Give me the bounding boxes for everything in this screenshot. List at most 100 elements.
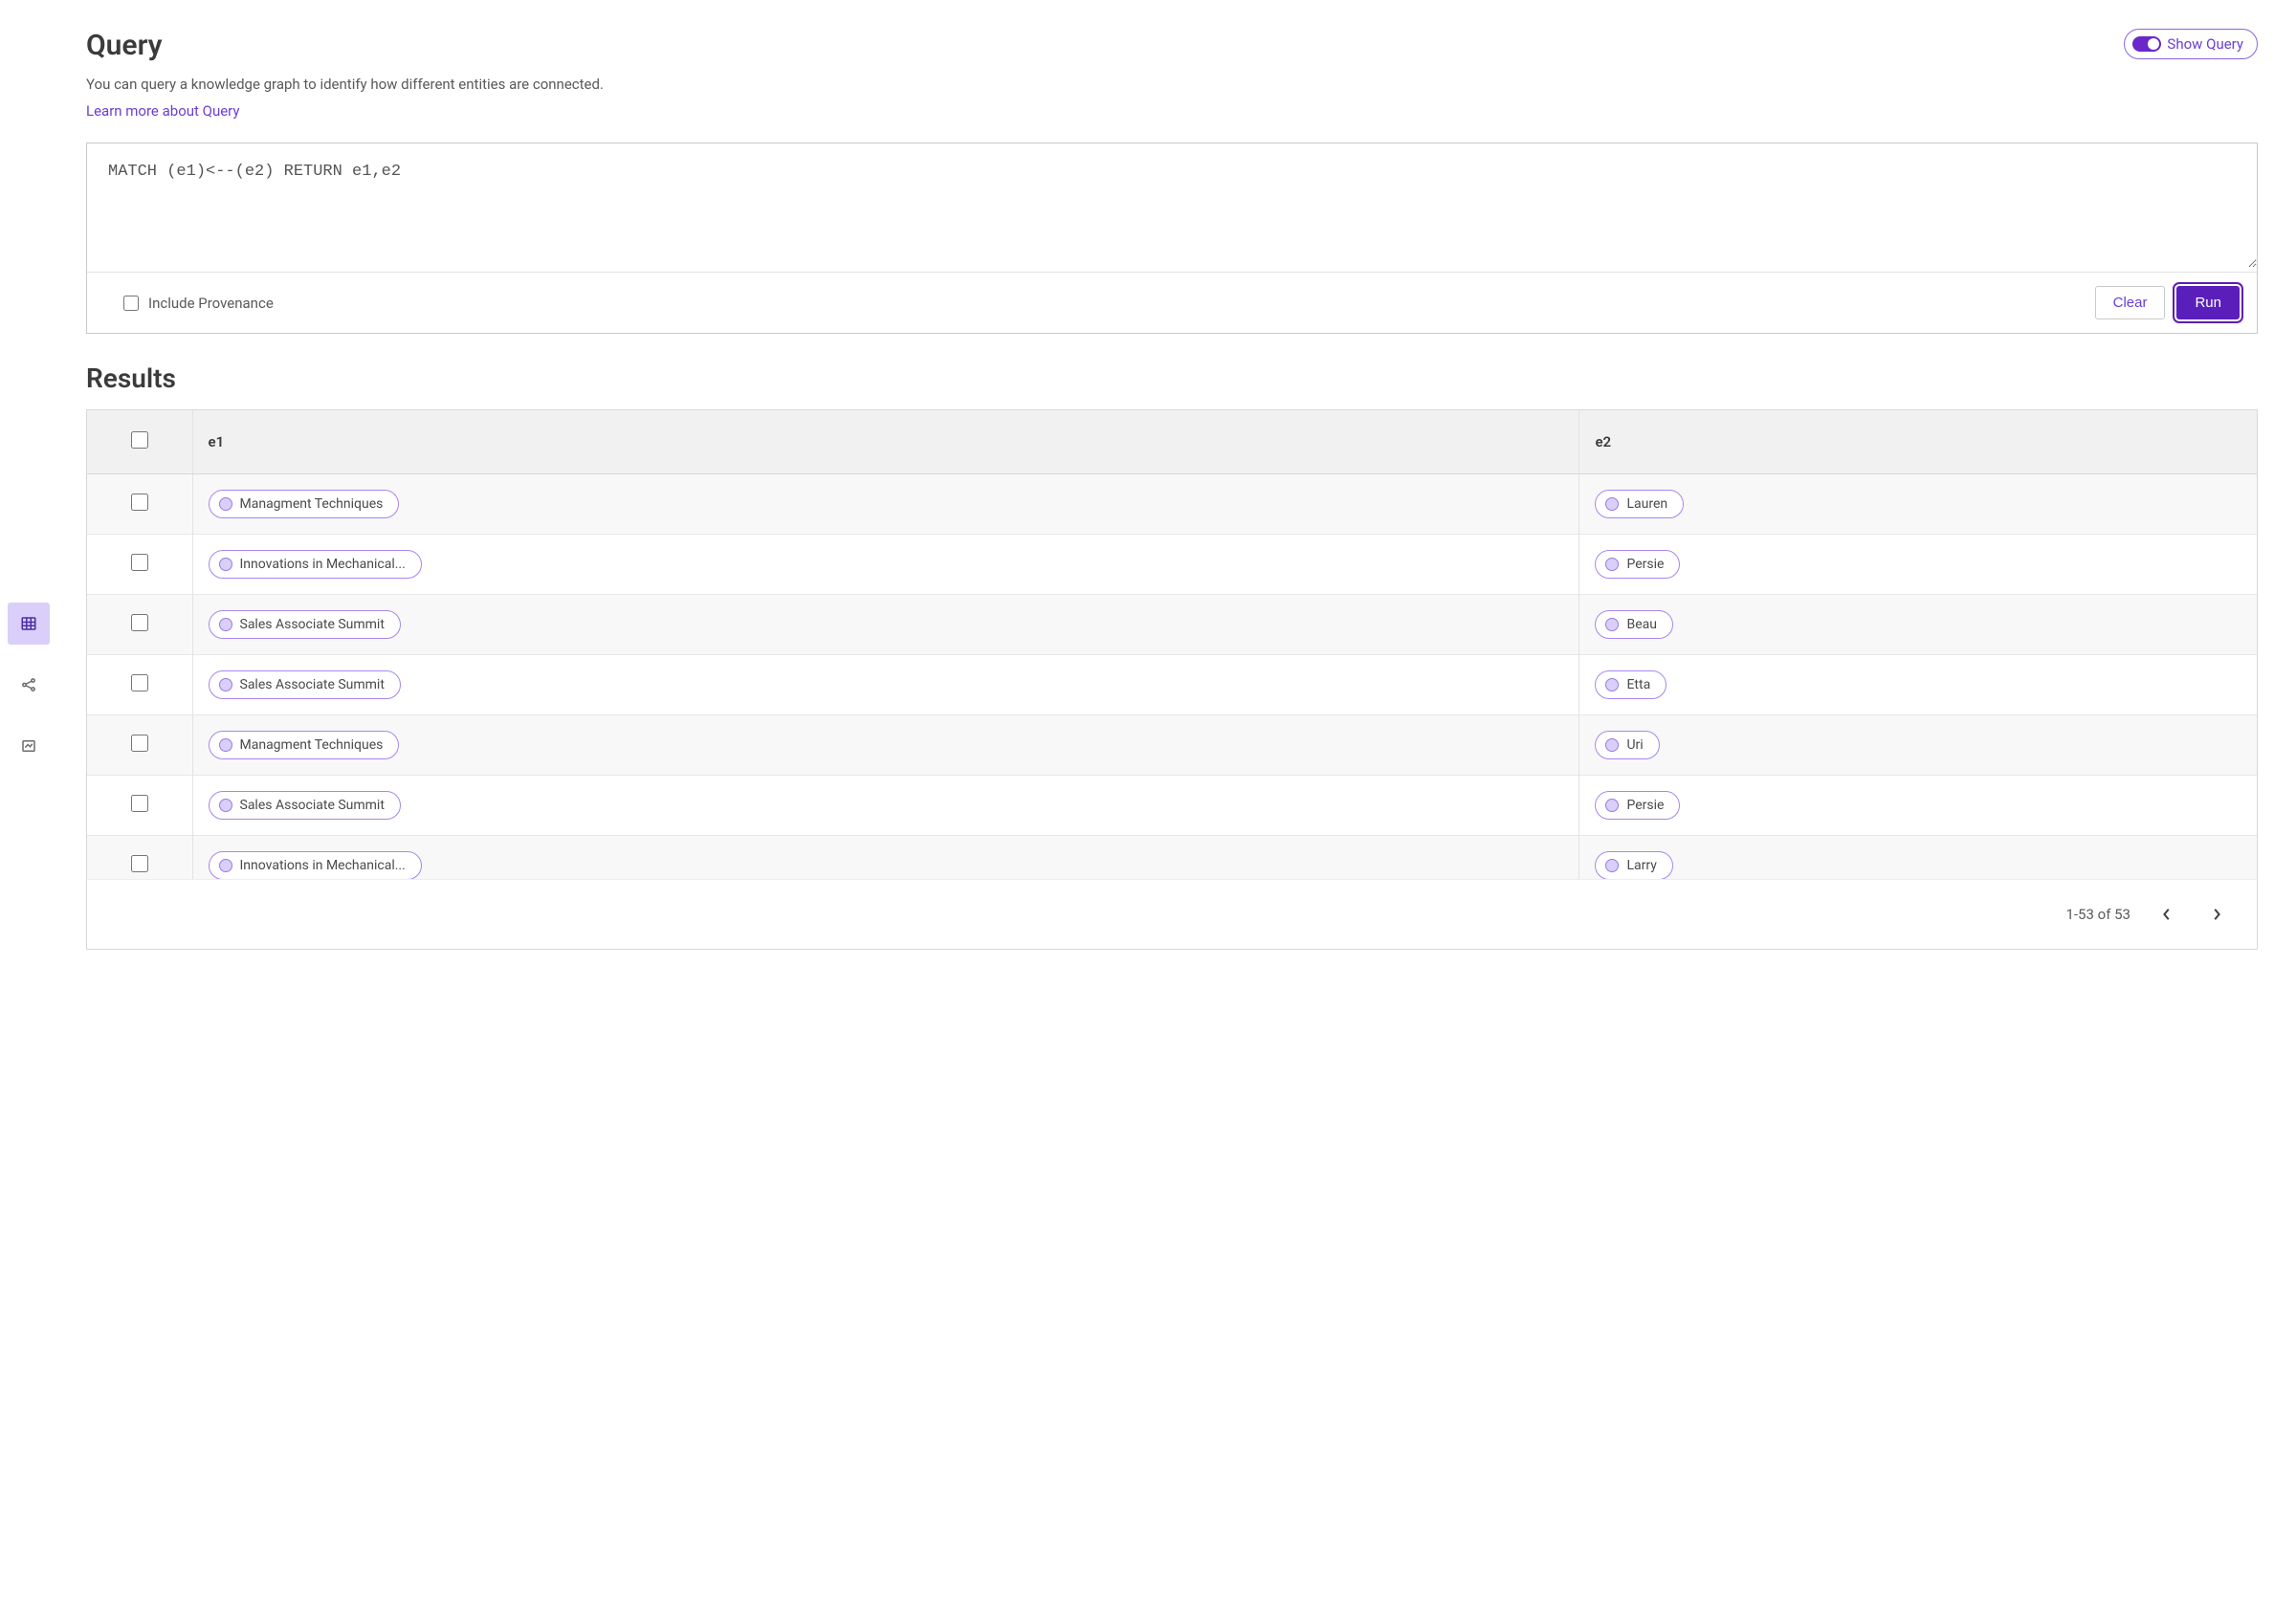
row-select-cell bbox=[87, 836, 192, 880]
entity-pill[interactable]: Larry bbox=[1595, 851, 1672, 879]
table-row: Innovations in Mechanical... Larry bbox=[87, 836, 2257, 880]
entity-dot-icon bbox=[219, 678, 232, 691]
entity-dot-icon bbox=[1605, 859, 1619, 872]
query-box: Include Provenance Clear Run bbox=[86, 143, 2258, 334]
column-header-e1[interactable]: e1 bbox=[192, 410, 1579, 474]
table-row: Sales Associate Summit Beau bbox=[87, 595, 2257, 655]
table-row: Managment Techniques Uri bbox=[87, 715, 2257, 776]
cell-e2: Persie bbox=[1579, 776, 2257, 836]
select-all-header bbox=[87, 410, 192, 474]
view-rail bbox=[0, 0, 57, 978]
entity-dot-icon bbox=[219, 799, 232, 812]
row-select-checkbox[interactable] bbox=[131, 614, 148, 631]
cell-e1: Sales Associate Summit bbox=[192, 776, 1579, 836]
entity-pill[interactable]: Innovations in Mechanical... bbox=[209, 851, 422, 879]
view-table-button[interactable] bbox=[8, 603, 50, 645]
entity-label: Persie bbox=[1626, 798, 1664, 813]
provenance-checkbox-input[interactable] bbox=[123, 296, 139, 311]
entity-dot-icon bbox=[1605, 738, 1619, 752]
entity-pill[interactable]: Managment Techniques bbox=[209, 490, 400, 518]
entity-label: Uri bbox=[1626, 737, 1643, 753]
entity-dot-icon bbox=[219, 738, 232, 752]
row-select-cell bbox=[87, 474, 192, 535]
entity-pill[interactable]: Etta bbox=[1595, 670, 1667, 699]
entity-dot-icon bbox=[1605, 558, 1619, 571]
cell-e1: Innovations in Mechanical... bbox=[192, 535, 1579, 595]
entity-dot-icon bbox=[219, 497, 232, 511]
row-select-checkbox[interactable] bbox=[131, 494, 148, 511]
results-scroll[interactable]: e1 e2 Managment Techniques Lauren Innovati… bbox=[87, 410, 2257, 879]
provenance-label: Include Provenance bbox=[148, 295, 274, 312]
entity-dot-icon bbox=[1605, 678, 1619, 691]
query-actions: Include Provenance Clear Run bbox=[87, 272, 2257, 333]
entity-dot-icon bbox=[1605, 799, 1619, 812]
entity-label: Sales Associate Summit bbox=[240, 617, 385, 632]
chevron-right-icon bbox=[2212, 908, 2221, 921]
entity-pill[interactable]: Sales Associate Summit bbox=[209, 791, 401, 820]
entity-pill[interactable]: Persie bbox=[1595, 550, 1680, 579]
row-select-checkbox[interactable] bbox=[131, 795, 148, 812]
include-provenance-checkbox[interactable]: Include Provenance bbox=[123, 295, 274, 312]
results-title: Results bbox=[86, 362, 2258, 394]
entity-label: Beau bbox=[1626, 617, 1656, 632]
results-table: e1 e2 Managment Techniques Lauren Innovati… bbox=[87, 410, 2257, 879]
run-button[interactable]: Run bbox=[2176, 286, 2240, 319]
entity-label: Larry bbox=[1626, 858, 1656, 873]
toggle-switch-icon bbox=[2132, 36, 2161, 52]
entity-dot-icon bbox=[1605, 618, 1619, 631]
entity-label: Innovations in Mechanical... bbox=[240, 858, 406, 873]
entity-dot-icon bbox=[219, 558, 232, 571]
table-row: Sales Associate Summit Persie bbox=[87, 776, 2257, 836]
row-select-cell bbox=[87, 595, 192, 655]
entity-pill[interactable]: Persie bbox=[1595, 791, 1680, 820]
cell-e2: Lauren bbox=[1579, 474, 2257, 535]
entity-pill[interactable]: Sales Associate Summit bbox=[209, 670, 401, 699]
cell-e2: Etta bbox=[1579, 655, 2257, 715]
cell-e1: Sales Associate Summit bbox=[192, 655, 1579, 715]
entity-pill[interactable]: Lauren bbox=[1595, 490, 1684, 518]
pager-prev-button[interactable] bbox=[2153, 901, 2180, 928]
clear-button[interactable]: Clear bbox=[2095, 286, 2166, 319]
cell-e2: Larry bbox=[1579, 836, 2257, 880]
table-row: Innovations in Mechanical... Persie bbox=[87, 535, 2257, 595]
entity-pill[interactable]: Uri bbox=[1595, 731, 1659, 759]
query-title: Query bbox=[86, 29, 604, 62]
learn-more-link[interactable]: Learn more about Query bbox=[86, 102, 240, 120]
graph-icon bbox=[20, 676, 37, 693]
entity-dot-icon bbox=[219, 618, 232, 631]
entity-label: Sales Associate Summit bbox=[240, 677, 385, 692]
column-header-e2[interactable]: e2 bbox=[1579, 410, 2257, 474]
query-input[interactable] bbox=[87, 143, 2257, 268]
row-select-checkbox[interactable] bbox=[131, 855, 148, 872]
entity-label: Persie bbox=[1626, 557, 1664, 572]
card-icon bbox=[20, 737, 37, 755]
cell-e2: Beau bbox=[1579, 595, 2257, 655]
cell-e1: Innovations in Mechanical... bbox=[192, 836, 1579, 880]
row-select-cell bbox=[87, 715, 192, 776]
entity-label: Managment Techniques bbox=[240, 496, 384, 512]
view-card-button[interactable] bbox=[8, 725, 50, 767]
pager-next-button[interactable] bbox=[2203, 901, 2230, 928]
show-query-toggle[interactable]: Show Query bbox=[2124, 29, 2258, 59]
entity-pill[interactable]: Beau bbox=[1595, 610, 1672, 639]
row-select-cell bbox=[87, 535, 192, 595]
table-icon bbox=[20, 615, 37, 632]
row-select-checkbox[interactable] bbox=[131, 554, 148, 571]
cell-e1: Managment Techniques bbox=[192, 715, 1579, 776]
pager: 1-53 of 53 bbox=[87, 879, 2257, 949]
cell-e2: Uri bbox=[1579, 715, 2257, 776]
entity-pill[interactable]: Innovations in Mechanical... bbox=[209, 550, 422, 579]
entity-pill[interactable]: Sales Associate Summit bbox=[209, 610, 401, 639]
entity-pill[interactable]: Managment Techniques bbox=[209, 731, 400, 759]
entity-label: Sales Associate Summit bbox=[240, 798, 385, 813]
row-select-checkbox[interactable] bbox=[131, 674, 148, 691]
select-all-checkbox[interactable] bbox=[131, 431, 148, 449]
cell-e1: Sales Associate Summit bbox=[192, 595, 1579, 655]
query-description: You can query a knowledge graph to ident… bbox=[86, 76, 604, 93]
results-panel: e1 e2 Managment Techniques Lauren Innovati… bbox=[86, 409, 2258, 950]
view-graph-button[interactable] bbox=[8, 664, 50, 706]
row-select-checkbox[interactable] bbox=[131, 735, 148, 752]
cell-e1: Managment Techniques bbox=[192, 474, 1579, 535]
entity-dot-icon bbox=[219, 859, 232, 872]
table-row: Managment Techniques Lauren bbox=[87, 474, 2257, 535]
